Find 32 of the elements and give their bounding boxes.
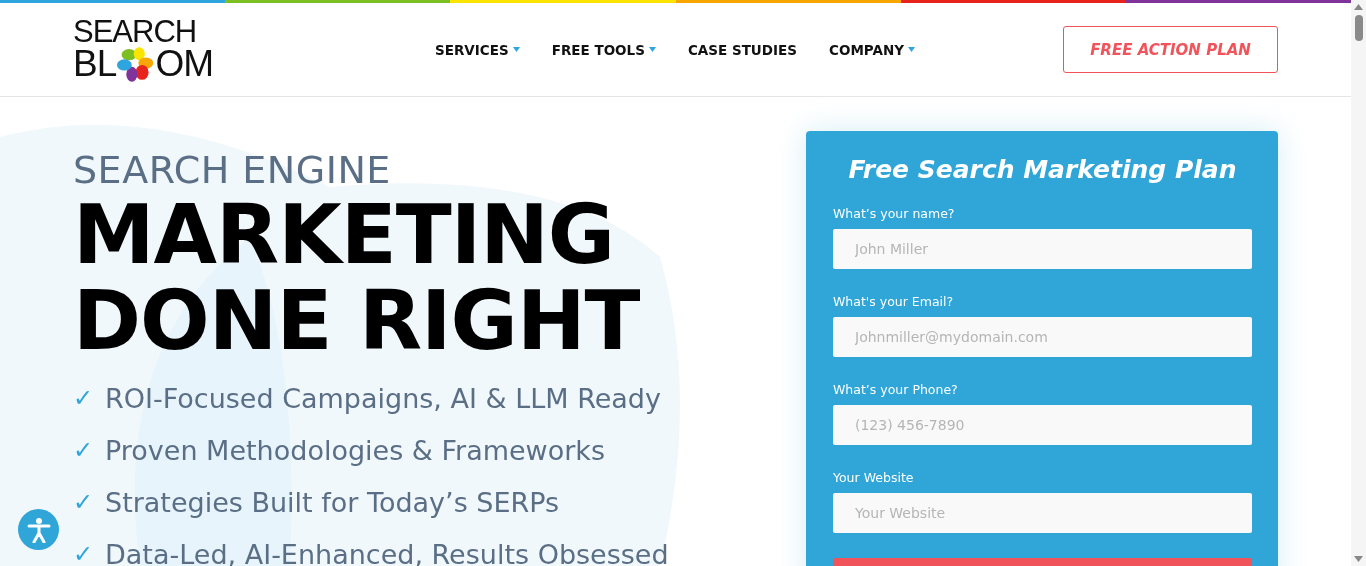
scroll-thumb[interactable]	[1354, 15, 1363, 41]
hero-headline: DONE RIGHT	[73, 278, 641, 364]
input-field[interactable]: Johnmiller@mydomain.com	[833, 317, 1252, 357]
input-field[interactable]: Your Website	[833, 493, 1252, 533]
bullet-text: Strategies Built for Today’s SERPs	[105, 486, 560, 518]
scroll-down-icon[interactable]	[1354, 556, 1363, 562]
accessibility-icon	[26, 516, 51, 543]
input-field[interactable]: John Miller	[833, 229, 1252, 269]
logo-wordmark: SEARCH	[73, 17, 198, 46]
bullet-text: Data-Led, AI-Enhanced, Results Obsessed	[105, 538, 669, 566]
bullet-text: ROI-Focused Campaigns, AI & LLM Ready	[105, 382, 661, 414]
bullet-text: Proven Methodologies & Frameworks	[105, 434, 605, 466]
nav-link[interactable]: SERVICES	[435, 41, 520, 58]
hero-headline: MARKETING	[73, 192, 616, 278]
field-label: What's your Email?	[833, 294, 955, 309]
input-field[interactable]: (123) 456-7890	[833, 405, 1252, 445]
logo-wordmark: OM	[155, 45, 213, 82]
nav-link[interactable]: FREE TOOLS	[551, 41, 656, 58]
nav-link[interactable]: CASE STUDIES	[687, 41, 797, 58]
hero-kicker: SEARCH ENGINE	[73, 148, 392, 192]
nav-link[interactable]: COMPANY	[829, 41, 915, 58]
check-icon: ✓	[73, 436, 93, 464]
check-icon: ✓	[73, 488, 93, 516]
flower-logo-icon	[116, 44, 156, 83]
check-icon: ✓	[73, 540, 93, 566]
check-icon: ✓	[73, 384, 93, 412]
scroll-up-icon[interactable]	[1354, 4, 1363, 10]
form-title: Free Search Marketing Plan	[847, 155, 1238, 184]
field-label: What’s your name?	[833, 206, 956, 221]
field-label: Your Website	[833, 470, 915, 485]
field-label: What’s your Phone?	[833, 382, 959, 397]
logo-wordmark: BL	[73, 45, 117, 82]
